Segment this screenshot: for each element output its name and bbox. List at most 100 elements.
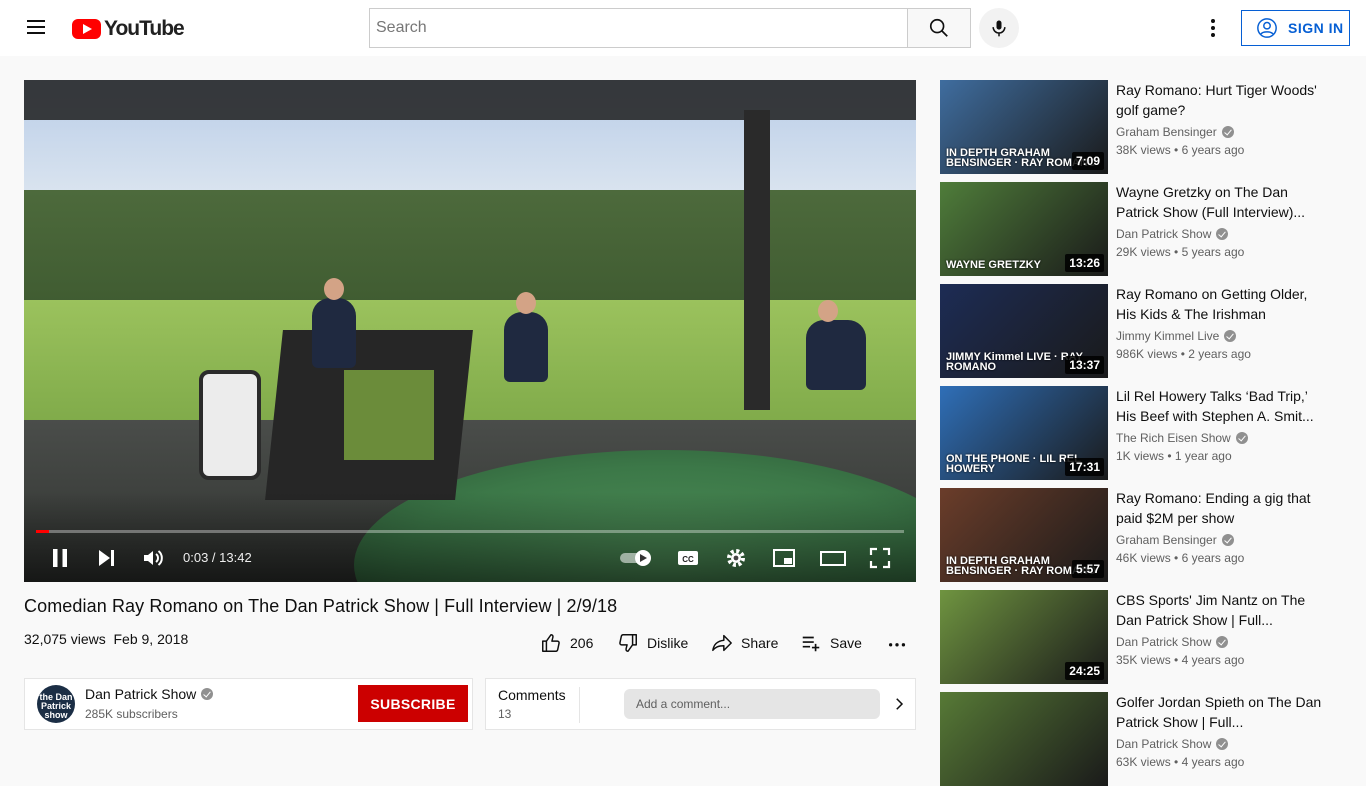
recommended-video[interactable]: IN DEPTH GRAHAM BENSINGER · RAY ROMANO 7:…	[940, 80, 1340, 174]
channel-avatar[interactable]: the Dan Patrick show	[37, 685, 75, 723]
thumbnail-image	[940, 692, 1108, 786]
autoplay-icon	[620, 550, 651, 566]
recommended-video[interactable]: JIMMY Kimmel LIVE · RAY ROMANO 13:37 Ray R…	[940, 284, 1340, 378]
search-input[interactable]	[376, 19, 901, 37]
video-meta: 32,075 views Feb 9, 2018	[24, 631, 188, 647]
search-box[interactable]	[369, 8, 908, 48]
video-thumbnail[interactable]: JIMMY Kimmel LIVE · RAY ROMANO 13:37	[940, 284, 1108, 378]
search-icon	[929, 18, 948, 37]
video-thumbnail[interactable]: 24:25	[940, 590, 1108, 684]
verified-badge-icon	[1235, 432, 1248, 444]
theater-mode-icon	[820, 551, 846, 566]
recommended-video[interactable]: Golfer Jordan Spieth on The Dan Patrick …	[940, 692, 1340, 786]
recommended-video-title[interactable]: Ray Romano: Hurt Tiger Woods' golf game?	[1116, 80, 1326, 120]
pause-icon	[53, 549, 67, 567]
recommended-video[interactable]: WAYNE GRETZKY 13:26 Wayne Gretzky on The D…	[940, 182, 1340, 276]
volume-button[interactable]	[141, 546, 165, 570]
comments-divider	[579, 687, 580, 723]
recommended-video-title[interactable]: Wayne Gretzky on The Dan Patrick Show (F…	[1116, 182, 1326, 222]
channel-name-row[interactable]: Dan Patrick Show	[85, 686, 214, 702]
add-comment-input[interactable]: Add a comment...	[624, 689, 880, 719]
recommended-video-meta: 63K views • 4 years ago	[1116, 755, 1245, 769]
share-label: Share	[741, 635, 779, 651]
miniplayer-button[interactable]	[772, 546, 796, 570]
verified-badge-icon	[1221, 534, 1234, 546]
like-button[interactable]: 206	[540, 630, 593, 656]
share-button[interactable]: Share	[711, 630, 778, 656]
comments-title: Comments	[498, 687, 566, 703]
upload-date: Feb 9, 2018	[113, 631, 189, 647]
recommended-view-count: 986K views	[1116, 347, 1178, 361]
video-frame-cohost	[806, 300, 866, 390]
recommended-video[interactable]: ON THE PHONE · LIL REL HOWERY 17:31 Lil Re…	[940, 386, 1340, 480]
autoplay-toggle[interactable]	[618, 546, 658, 570]
miniplayer-icon	[773, 549, 795, 567]
top-bar: YouTube SIGN IN	[0, 0, 1366, 56]
dislike-button[interactable]: Dislike	[617, 630, 688, 656]
recommended-video-meta: 46K views • 6 years ago	[1116, 551, 1245, 565]
voice-search-button[interactable]	[979, 8, 1019, 48]
more-actions-button[interactable]	[886, 630, 908, 656]
recommended-view-count: 35K views	[1116, 653, 1171, 667]
save-button[interactable]: Save	[800, 630, 862, 656]
recommended-age: 6 years ago	[1181, 143, 1245, 157]
subscriber-count: 285K subscribers	[85, 707, 178, 721]
verified-badge-icon	[1224, 330, 1237, 342]
pause-button[interactable]	[48, 546, 72, 570]
duration-badge: 13:26	[1065, 254, 1104, 272]
recommended-video[interactable]: 24:25 CBS Sports' Jim Nantz on The Dan Pa…	[940, 590, 1340, 684]
recommended-age: 2 years ago	[1188, 347, 1251, 361]
search-button[interactable]	[907, 8, 971, 48]
recommended-view-count: 1K views	[1116, 449, 1165, 463]
video-thumbnail[interactable]: IN DEPTH GRAHAM BENSINGER · RAY ROMANO 7:…	[940, 80, 1108, 174]
recommended-age: 5 years ago	[1181, 245, 1245, 259]
theater-mode-button[interactable]	[820, 546, 846, 570]
fullscreen-button[interactable]	[868, 546, 892, 570]
recommended-video-title[interactable]: CBS Sports' Jim Nantz on The Dan Patrick…	[1116, 590, 1326, 630]
recommended-channel-row: Graham Bensinger	[1116, 125, 1234, 139]
video-thumbnail[interactable]	[940, 692, 1108, 786]
verified-badge-icon	[1216, 738, 1229, 750]
captions-icon: CC	[678, 551, 698, 565]
recommended-video-title[interactable]: Golfer Jordan Spieth on The Dan Patrick …	[1116, 692, 1326, 732]
recommended-age: 4 years ago	[1181, 653, 1245, 667]
duration-badge: 7:09	[1071, 152, 1104, 170]
recommended-video[interactable]: IN DEPTH GRAHAM BENSINGER · RAY ROMANO 5:…	[940, 488, 1340, 582]
verified-badge-icon	[1216, 636, 1229, 648]
duration-badge: 13:37	[1065, 356, 1104, 374]
recommended-video-meta: 29K views • 5 years ago	[1116, 245, 1245, 259]
video-thumbnail[interactable]: WAYNE GRETZKY 13:26	[940, 182, 1108, 276]
recommended-channel-row: Dan Patrick Show	[1116, 635, 1229, 649]
video-player[interactable]: 0:03 / 13:42 CC	[24, 80, 916, 582]
share-icon	[712, 634, 732, 652]
playlist-add-icon	[802, 636, 820, 652]
recommended-channel-row: The Rich Eisen Show	[1116, 431, 1248, 445]
chevron-right-icon[interactable]	[890, 695, 908, 713]
duration-badge: 5:57	[1071, 560, 1104, 578]
recommended-age: 1 year ago	[1174, 449, 1232, 463]
settings-more-icon[interactable]	[1197, 12, 1229, 44]
recommended-channel-name: Dan Patrick Show	[1116, 227, 1212, 241]
next-button[interactable]	[94, 546, 118, 570]
recommended-video-meta: 1K views • 1 year ago	[1116, 449, 1232, 463]
sign-in-button[interactable]: SIGN IN	[1241, 10, 1350, 46]
settings-button[interactable]	[724, 546, 748, 570]
recommended-channel-row: Graham Bensinger	[1116, 533, 1234, 547]
comments-card[interactable]: Comments 13 Add a comment...	[485, 678, 916, 730]
recommended-video-title[interactable]: Lil Rel Howery Talks ‘Bad Trip,’ His Bee…	[1116, 386, 1326, 426]
save-label: Save	[830, 635, 862, 651]
progress-bar[interactable]	[36, 530, 904, 533]
verified-badge-icon	[1221, 126, 1234, 138]
recommended-video-title[interactable]: Ray Romano: Ending a gig that paid $2M p…	[1116, 488, 1326, 528]
youtube-logo[interactable]: YouTube	[72, 17, 185, 41]
recommended-view-count: 46K views	[1116, 551, 1171, 565]
recommended-channel-row: Dan Patrick Show	[1116, 227, 1229, 241]
subscribe-button[interactable]: SUBSCRIBE	[358, 685, 468, 722]
hamburger-menu-icon[interactable]	[24, 16, 48, 40]
video-thumbnail[interactable]: ON THE PHONE · LIL REL HOWERY 17:31	[940, 386, 1108, 480]
volume-icon	[144, 550, 163, 566]
next-icon	[99, 550, 114, 566]
video-thumbnail[interactable]: IN DEPTH GRAHAM BENSINGER · RAY ROMANO 5:…	[940, 488, 1108, 582]
recommended-video-title[interactable]: Ray Romano on Getting Older, His Kids & …	[1116, 284, 1326, 324]
captions-button[interactable]: CC	[676, 546, 700, 570]
